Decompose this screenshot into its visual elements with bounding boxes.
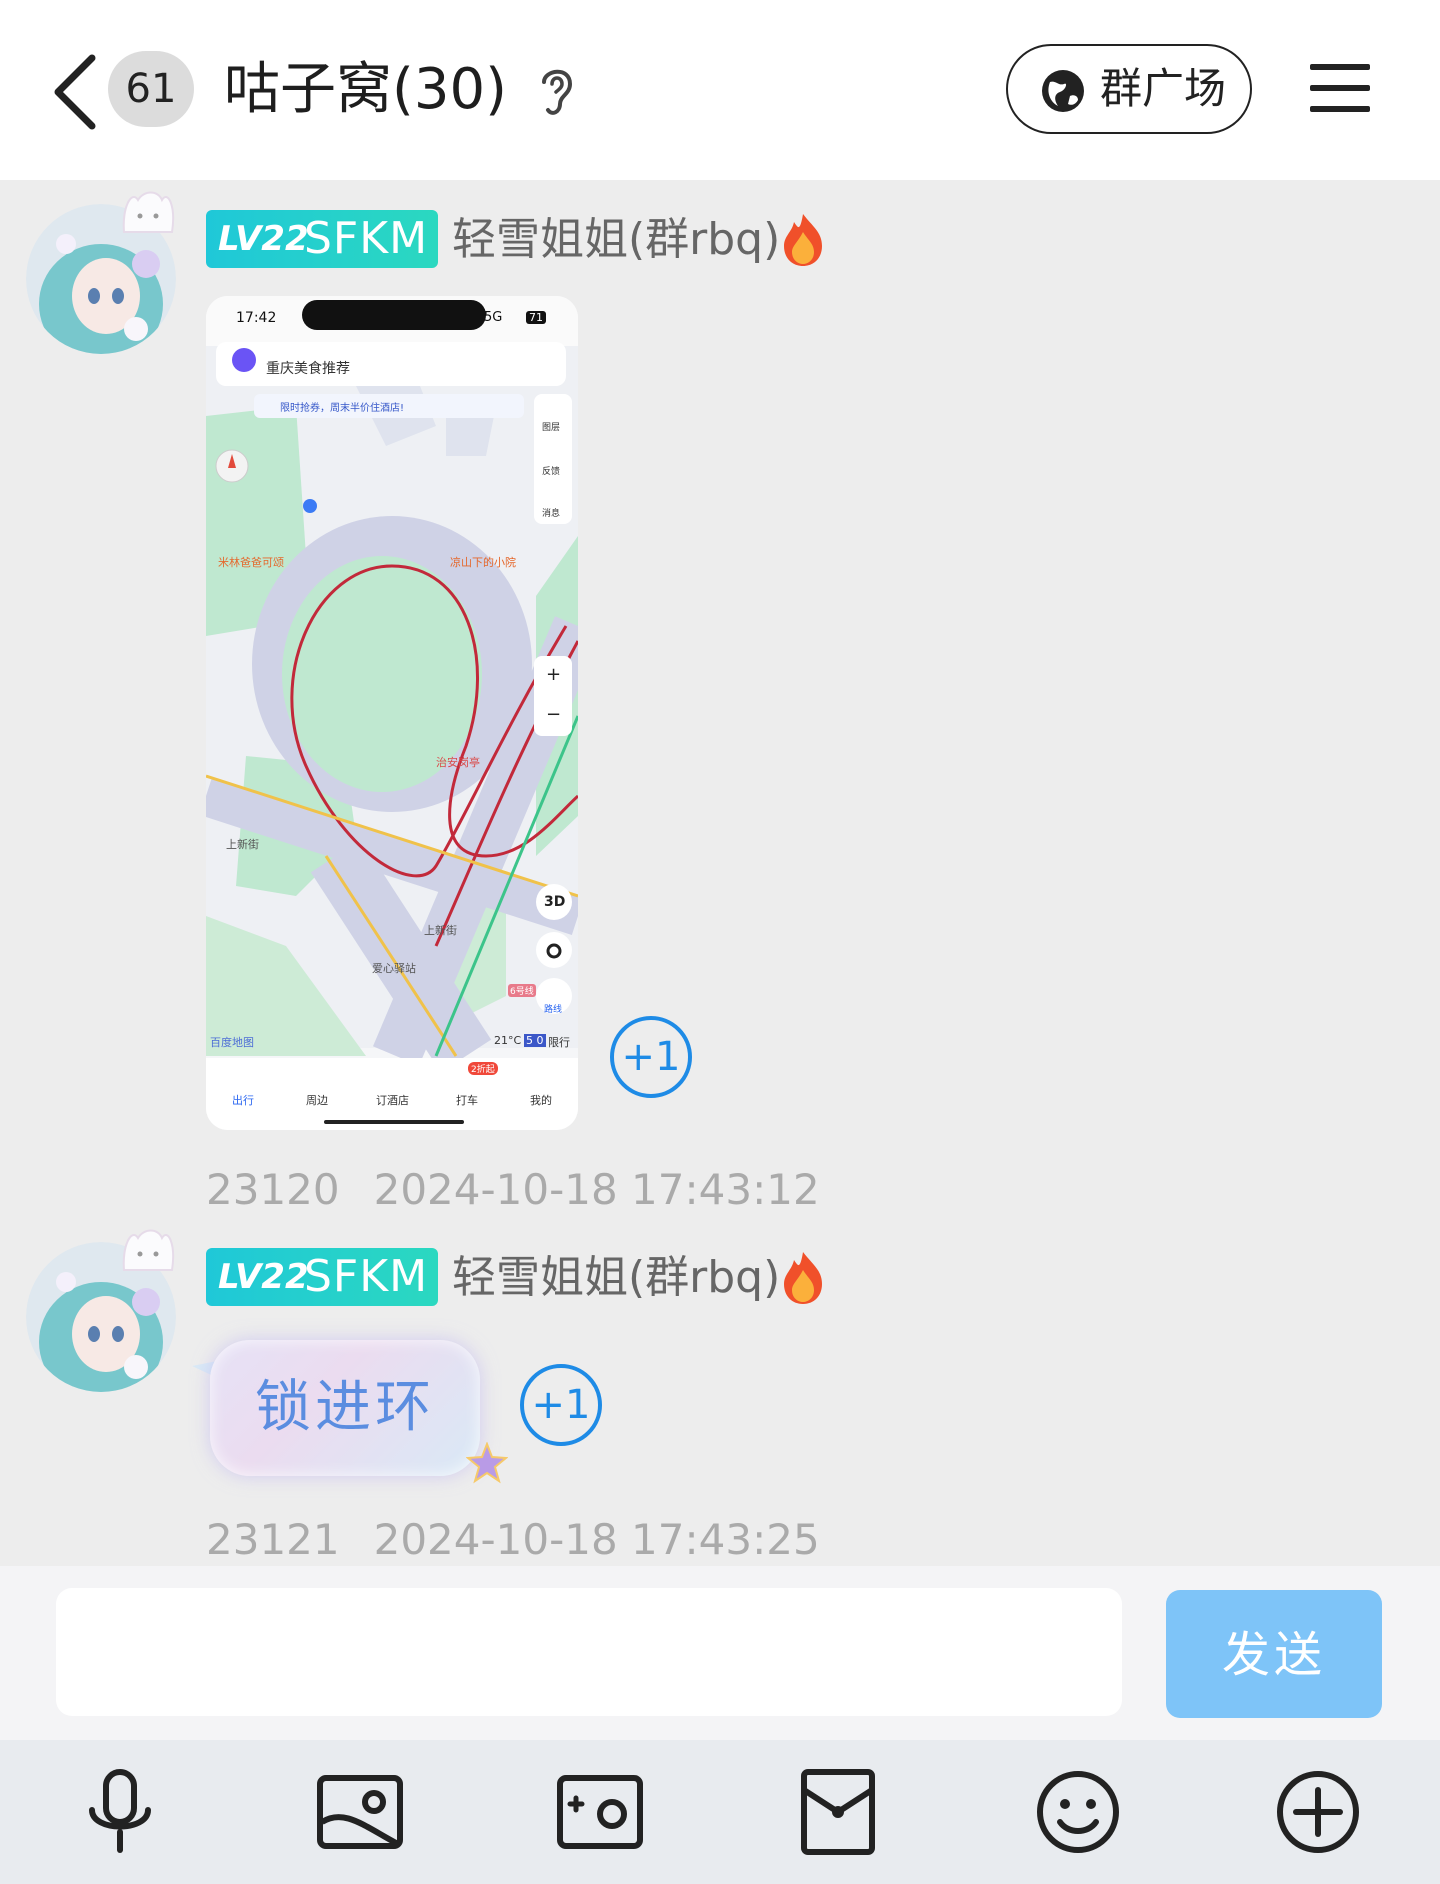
screenshot-poi: 凉山下的小院 xyxy=(450,556,516,569)
screenshot-weather: 21°C xyxy=(494,1034,522,1047)
screenshot-nav-tab: 我的 xyxy=(530,1094,552,1107)
message-time: 2024-10-18 17:43:25 xyxy=(373,1515,820,1564)
level-badge: LV22 SFKM xyxy=(206,1248,438,1306)
sender-name[interactable]: 轻雪姐姐(群rbq) xyxy=(452,214,780,266)
image-icon[interactable] xyxy=(314,1766,406,1858)
bottom-toolbar xyxy=(0,1740,1440,1884)
group-square-label: 群广场 xyxy=(1100,64,1227,113)
fire-icon xyxy=(784,214,822,266)
red-packet-icon[interactable] xyxy=(792,1766,884,1858)
screenshot-nav-tab: 打车 xyxy=(456,1094,478,1107)
screenshot-3d-label: 3D xyxy=(544,894,566,910)
ear-icon[interactable] xyxy=(538,64,576,118)
sender-info-row: LV22 SFKM 轻雪姐姐(群rbq) xyxy=(206,210,846,272)
image-message[interactable]: 17:42 5G 71 重庆美食推荐 限时抢券，周末半价住酒店! 图层 反馈 消… xyxy=(206,296,578,1130)
message-meta: 23120 2024-10-18 17:43:12 xyxy=(206,1164,820,1216)
message-id: 23120 xyxy=(206,1165,340,1214)
text-message-bubble[interactable]: 锁进环 xyxy=(210,1340,480,1476)
screenshot-network: 5G xyxy=(484,310,503,325)
back-arrow-icon[interactable] xyxy=(48,52,104,132)
screenshot-nav-tab: 出行 xyxy=(232,1094,254,1107)
sender-info-row: LV22 SFKM 轻雪姐姐(群rbq) xyxy=(206,1248,846,1310)
badge-title: SFKM xyxy=(304,213,429,264)
message-meta: 23121 2024-10-18 17:43:25 xyxy=(206,1514,820,1566)
screenshot-nav-tab: 周边 xyxy=(306,1094,328,1107)
screenshot-poi: 治安岗亭 xyxy=(436,756,480,769)
screenshot-search-text: 重庆美食推荐 xyxy=(266,361,350,377)
emoji-icon[interactable] xyxy=(1032,1766,1124,1858)
microphone-icon[interactable] xyxy=(74,1766,166,1858)
screenshot-nav-tab: 订酒店 xyxy=(376,1094,409,1107)
screenshot-status-time: 17:42 xyxy=(236,310,277,326)
group-title: 咕子窝(30) xyxy=(224,57,507,122)
level-text: LV22 xyxy=(218,219,309,259)
screenshot-zoom-in: + xyxy=(546,664,562,685)
send-button[interactable]: 发送 xyxy=(1166,1590,1382,1718)
screenshot-promo-text: 限时抢券，周末半价住酒店! xyxy=(280,403,405,414)
badge-title: SFKM xyxy=(304,1251,429,1302)
level-text: LV22 xyxy=(218,1257,309,1297)
screenshot-limit-num: 5 0 xyxy=(524,1034,546,1047)
screenshot-limit-label: 限行 xyxy=(548,1036,570,1049)
star-icon xyxy=(466,1442,508,1484)
level-badge: LV22 SFKM xyxy=(206,210,438,268)
camera-icon[interactable] xyxy=(554,1766,646,1858)
screenshot-road-tag: 6号线 xyxy=(508,984,536,997)
chat-header: 61 咕子窝(30) 群广场 xyxy=(0,0,1440,180)
message-text: 锁进环 xyxy=(255,1375,435,1440)
screenshot-street: 上新街 xyxy=(424,924,457,937)
screenshot-battery: 71 xyxy=(526,311,546,324)
plus-one-button[interactable]: +1 xyxy=(520,1364,602,1446)
map-area xyxy=(206,346,578,1073)
screenshot-poi: 米林爸爸可颂 xyxy=(218,556,284,569)
screenshot-side-tool: 图层 xyxy=(542,423,561,433)
input-bar: 发送 xyxy=(0,1566,1440,1740)
message-id: 23121 xyxy=(206,1515,340,1564)
screenshot-side-tool: 消息 xyxy=(542,509,561,519)
fire-icon xyxy=(784,1252,822,1304)
screenshot-taxi-badge: 2折起 xyxy=(468,1062,498,1075)
screenshot-street: 上新街 xyxy=(226,838,259,851)
group-square-button[interactable]: 群广场 xyxy=(1006,44,1252,134)
plus-icon[interactable] xyxy=(1272,1766,1364,1858)
unread-count-badge[interactable]: 61 xyxy=(108,51,194,127)
screenshot-zoom-out: − xyxy=(546,704,562,725)
sender-name[interactable]: 轻雪姐姐(群rbq) xyxy=(452,1252,780,1304)
cat-ear-decoration-icon xyxy=(122,1229,174,1271)
plus-one-button[interactable]: +1 xyxy=(610,1016,692,1098)
message-time: 2024-10-18 17:43:12 xyxy=(373,1165,820,1214)
screenshot-route-label: 路线 xyxy=(544,1005,563,1015)
globe-icon xyxy=(1042,70,1084,112)
screenshot-side-tool: 反馈 xyxy=(542,467,561,477)
cat-ear-decoration-icon xyxy=(122,191,174,233)
message-input[interactable] xyxy=(56,1588,1122,1716)
screenshot-map-brand: 百度地图 xyxy=(210,1036,254,1049)
screenshot-poi: 爱心驿站 xyxy=(372,962,416,975)
menu-icon[interactable] xyxy=(1308,60,1372,116)
